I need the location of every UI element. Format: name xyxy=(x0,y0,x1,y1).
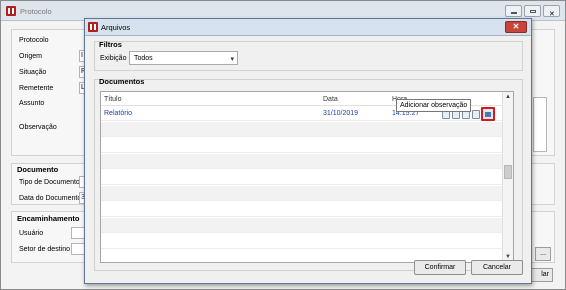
ellipsis-button[interactable]: ... xyxy=(535,247,551,261)
close-button-background[interactable]: ✕ xyxy=(543,5,560,18)
scroll-up-icon[interactable]: ▲ xyxy=(505,94,511,100)
table-row[interactable] xyxy=(101,218,502,233)
documentos-title: Documentos xyxy=(99,77,145,86)
table-row[interactable] xyxy=(101,154,502,169)
dialog-close-button[interactable]: ✕ xyxy=(505,21,527,33)
dialog-titlebar: Arquivos ✕ xyxy=(85,19,531,36)
table-row[interactable] xyxy=(101,202,502,217)
table-row[interactable] xyxy=(101,122,502,137)
usuario-field[interactable] xyxy=(71,227,85,239)
setor-destino-field[interactable] xyxy=(71,243,85,255)
observacao-label: Observação xyxy=(19,124,57,131)
cancel-button[interactable]: Cancelar xyxy=(471,260,523,275)
maximize-button[interactable] xyxy=(524,5,541,17)
exibicao-label: Exibição xyxy=(100,55,127,62)
tooltip: Adicionar observação xyxy=(396,99,472,112)
documento-section-title: Documento xyxy=(17,165,59,174)
documentos-table: Título Data Hora Relatório 31/10/2019 14… xyxy=(100,91,514,263)
row-data: 31/10/2019 xyxy=(323,110,359,117)
background-window-title: Protocolo xyxy=(20,7,52,16)
attach-icon[interactable] xyxy=(472,110,480,119)
row-titulo: Relatório xyxy=(104,110,133,117)
observation-icon[interactable] xyxy=(481,107,495,121)
exibicao-select[interactable]: Todos ▾ xyxy=(129,51,238,65)
origem-label: Origem xyxy=(19,53,42,60)
dialog-title: Arquivos xyxy=(101,23,131,32)
column-header-data[interactable]: Data xyxy=(323,96,338,103)
app-logo-icon xyxy=(88,22,98,32)
remetente-label: Remetente xyxy=(19,85,54,92)
protocolo-label: Protocolo xyxy=(19,37,49,44)
usuario-label: Usuário xyxy=(19,230,44,237)
observacao-field[interactable] xyxy=(533,97,547,152)
dropdown-arrow-icon: ▾ xyxy=(230,56,234,63)
filtros-title: Filtros xyxy=(99,40,122,49)
encaminhamento-section-title: Encaminhamento xyxy=(17,214,80,223)
minimize-button[interactable] xyxy=(505,5,522,17)
scroll-thumb[interactable] xyxy=(504,165,512,179)
table-scrollbar[interactable]: ▲ ▼ xyxy=(502,92,513,262)
assunto-label: Assunto xyxy=(19,100,45,107)
situacao-label: Situação xyxy=(19,69,47,76)
exibicao-value: Todos xyxy=(134,55,153,62)
data-documento-label: Data do Documento xyxy=(19,195,82,202)
app-logo-icon xyxy=(6,6,16,16)
setor-destino-label: Setor de destino xyxy=(19,246,70,253)
column-header-titulo[interactable]: Título xyxy=(104,96,122,103)
tipo-documento-label: Tipo de Documento xyxy=(19,179,80,186)
table-row[interactable] xyxy=(101,186,502,201)
table-row[interactable] xyxy=(101,234,502,249)
arquivos-dialog: Arquivos ✕ Filtros Exibição Todos ▾ Docu… xyxy=(84,18,532,284)
table-row[interactable] xyxy=(101,138,502,153)
confirm-button[interactable]: Confirmar xyxy=(414,260,466,275)
table-row[interactable] xyxy=(101,170,502,185)
